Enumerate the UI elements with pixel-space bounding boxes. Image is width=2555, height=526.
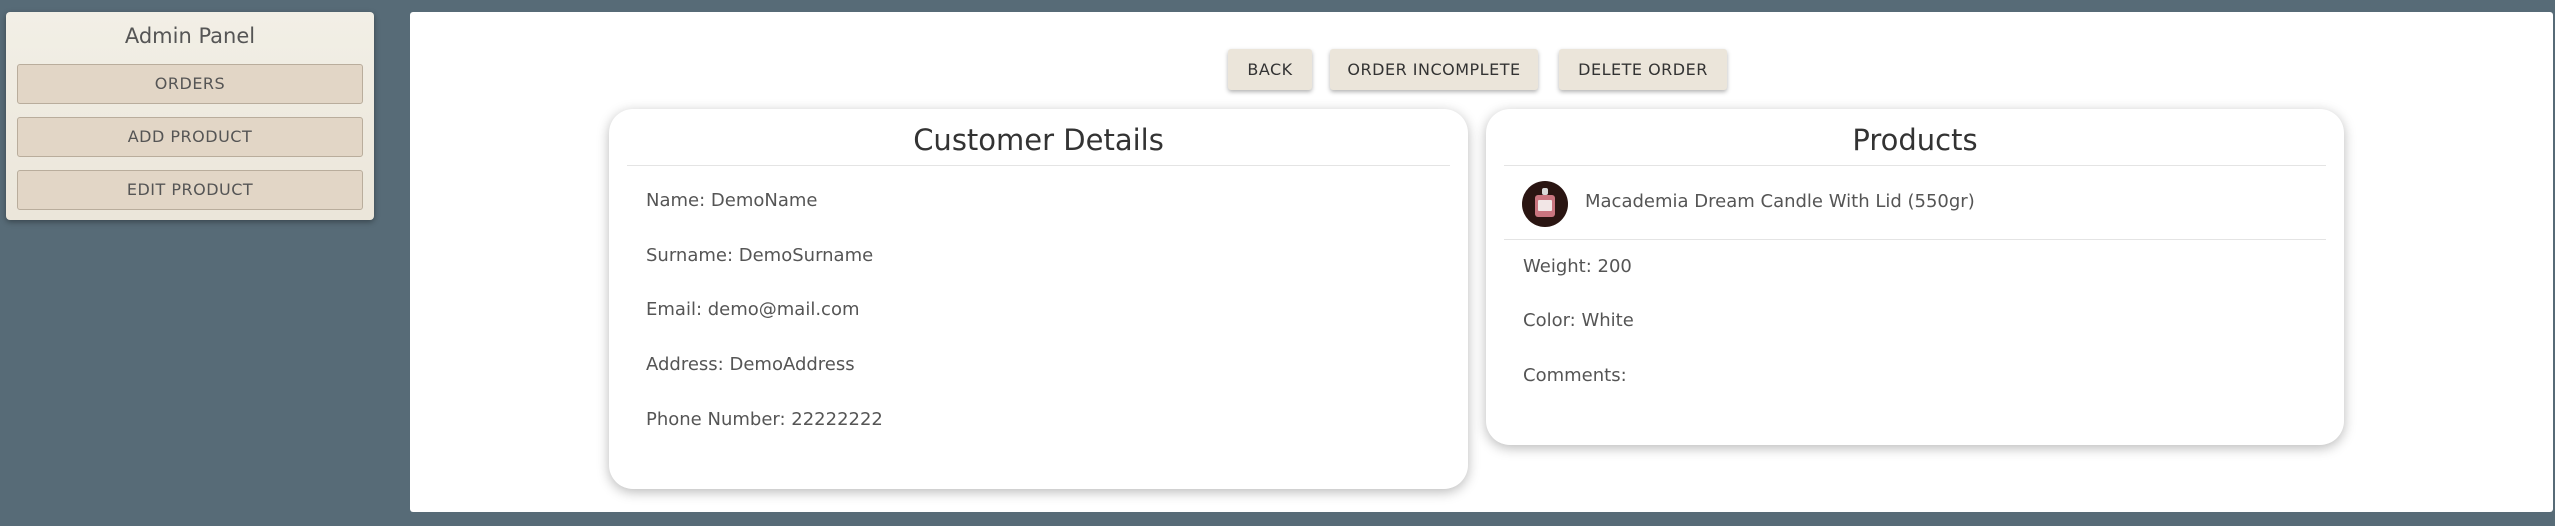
product-name: Macademia Dream Candle With Lid (550gr) (1585, 191, 1975, 212)
customer-phone: Phone Number: 22222222 (646, 409, 883, 430)
sidebar-item-add-product[interactable]: ADD PRODUCT (17, 117, 363, 157)
product-comments: Comments: (1523, 365, 1627, 386)
products-card: Products Macademia Dream Candle With Lid… (1486, 109, 2344, 445)
candle-jar-thumbnail-icon (1522, 181, 1568, 227)
product-weight: Weight: 200 (1523, 256, 1632, 277)
customer-details-title: Customer Details (627, 109, 1450, 166)
main-panel: BACK ORDER INCOMPLETE DELETE ORDER Custo… (410, 12, 2553, 512)
product-color: Color: White (1523, 310, 1634, 331)
sidebar-item-edit-product[interactable]: EDIT PRODUCT (17, 170, 363, 210)
back-button[interactable]: BACK (1228, 49, 1312, 90)
customer-email: Email: demo@mail.com (646, 299, 860, 320)
admin-sidebar: Admin Panel ORDERS ADD PRODUCT EDIT PROD… (6, 12, 374, 220)
customer-address: Address: DemoAddress (646, 354, 855, 375)
products-title: Products (1504, 109, 2326, 166)
sidebar-title: Admin Panel (124, 24, 256, 48)
product-row: Macademia Dream Candle With Lid (550gr) (1504, 165, 2326, 240)
delete-order-button[interactable]: DELETE ORDER (1559, 49, 1727, 90)
order-incomplete-button[interactable]: ORDER INCOMPLETE (1330, 49, 1538, 90)
customer-details-card: Customer Details Name: DemoName Surname:… (609, 109, 1468, 489)
customer-surname: Surname: DemoSurname (646, 245, 874, 266)
customer-name: Name: DemoName (646, 190, 818, 211)
sidebar-item-orders[interactable]: ORDERS (17, 64, 363, 104)
